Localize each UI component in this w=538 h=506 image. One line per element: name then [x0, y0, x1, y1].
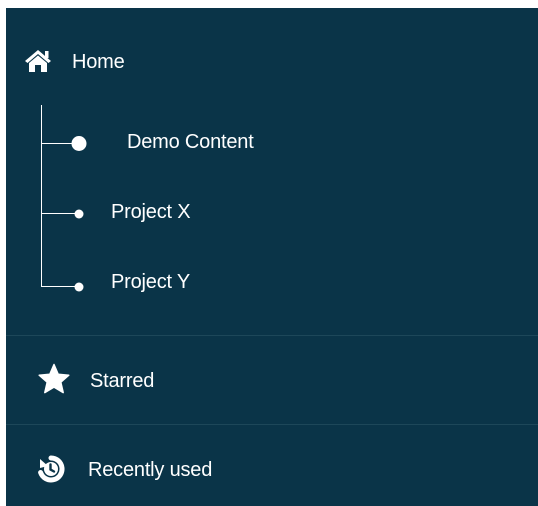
tree-item-label: Project X [111, 201, 191, 223]
bullet-dot-icon [74, 209, 84, 219]
tree-connector [41, 105, 80, 287]
tree-item-label: Project Y [111, 271, 190, 293]
sidebar-panel: Home Demo Content Project X Project Y St… [6, 8, 538, 506]
star-icon [38, 363, 70, 394]
history-icon [38, 455, 65, 483]
bullet-dot-icon [71, 136, 87, 151]
divider [6, 424, 538, 425]
divider [6, 335, 538, 336]
bullet-dot-icon [74, 282, 84, 292]
sidebar-item-label: Recently used [88, 459, 213, 481]
tree-item-label: Demo Content [127, 131, 254, 153]
sidebar-item-label: Starred [90, 370, 155, 392]
